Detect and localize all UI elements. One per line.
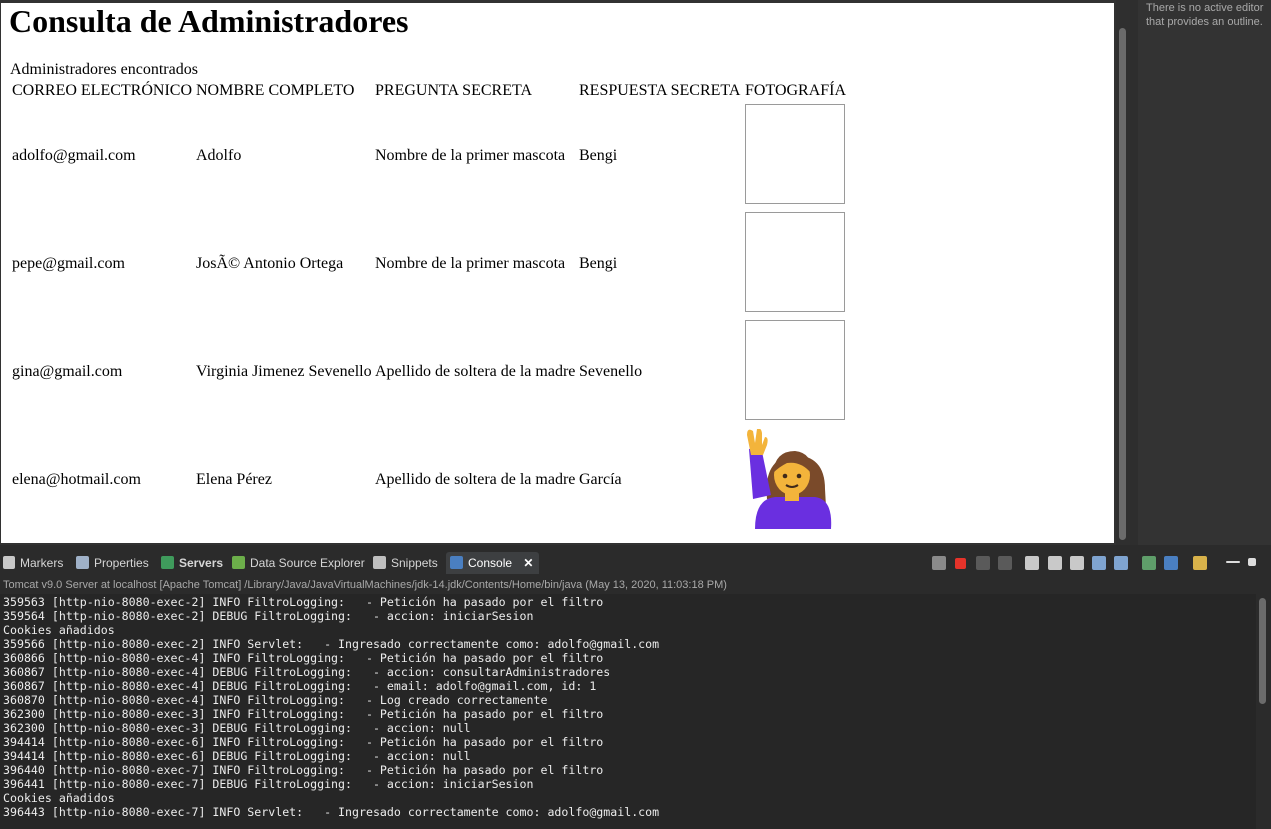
database-icon (232, 556, 245, 569)
close-icon[interactable]: ✕ (523, 556, 533, 570)
tab-console[interactable]: Console ✕ (446, 552, 540, 574)
console-line: 362300 [http-nio-8080-exec-3] INFO Filtr… (3, 707, 604, 721)
photo-placeholder (745, 320, 845, 420)
tab-data-source-explorer[interactable]: Data Source Explorer (232, 552, 365, 574)
column-header-photo: FOTOGRAFÍA (745, 82, 847, 99)
remove-all-terminated-icon[interactable] (998, 556, 1012, 570)
scroll-lock-icon[interactable] (1048, 556, 1062, 570)
person-raising-hand-emoji-photo (745, 428, 845, 529)
disconnect-icon[interactable] (932, 556, 946, 570)
table-cell-answer: Sevenello (579, 363, 643, 380)
console-header: Tomcat v9.0 Server at localhost [Apache … (3, 579, 727, 591)
table-cell-name: Virginia Jimenez Sevenello (196, 363, 372, 380)
console-lines: 359563 [http-nio-8080-exec-2] INFO Filtr… (3, 595, 659, 819)
console-line: 396441 [http-nio-8080-exec-7] DEBUG Filt… (3, 777, 534, 791)
servers-icon (161, 556, 174, 569)
console-scrollbar-thumb[interactable] (1259, 598, 1266, 704)
column-header-answer: RESPUESTA SECRETA (579, 82, 741, 99)
table-cell-question: Nombre de la primer mascota (375, 147, 566, 164)
console-line: Cookies añadidos (3, 623, 115, 637)
browser-scrollbar-thumb[interactable] (1119, 28, 1126, 540)
table-cell-email: elena@hotmail.com (12, 471, 141, 488)
console-line: 396440 [http-nio-8080-exec-7] INFO Filtr… (3, 763, 604, 777)
markers-icon (3, 556, 15, 569)
snippets-icon (373, 556, 386, 569)
console-output[interactable]: 359563 [http-nio-8080-exec-2] INFO Filtr… (0, 594, 1256, 829)
tab-label: Console (468, 556, 513, 570)
page-title: Consulta de Administradores (9, 3, 409, 39)
word-wrap-icon[interactable] (1070, 556, 1084, 570)
table-cell-name: Adolfo (196, 147, 242, 164)
table-cell-question: Apellido de soltera de la madre (375, 471, 576, 488)
open-console-icon[interactable] (1193, 556, 1207, 570)
remove-launch-icon[interactable] (976, 556, 990, 570)
console-line: 394414 [http-nio-8080-exec-6] DEBUG Filt… (3, 749, 471, 763)
outline-content (1138, 0, 1271, 545)
column-header-email: CORREO ELECTRÓNICO (12, 82, 192, 99)
show-on-output-icon[interactable] (1092, 556, 1106, 570)
table-cell-email: adolfo@gmail.com (12, 147, 136, 164)
properties-icon (76, 556, 89, 569)
tab-label: Servers (179, 556, 224, 570)
console-line: 359563 [http-nio-8080-exec-2] INFO Filtr… (3, 595, 604, 609)
browser-pane: Consulta de Administradores Administrado… (0, 0, 1116, 545)
console-line: 396443 [http-nio-8080-exec-7] INFO Servl… (3, 805, 660, 819)
photo-placeholder (745, 212, 845, 312)
column-header-name: NOMBRE COMPLETO (196, 82, 355, 99)
photo-placeholder (745, 104, 845, 204)
show-on-error-icon[interactable] (1114, 556, 1128, 570)
pin-console-icon[interactable] (1142, 556, 1156, 570)
tab-label: Properties (94, 556, 149, 570)
table-cell-name: Elena Pérez (196, 471, 272, 488)
console-line: Cookies añadidos (3, 791, 115, 805)
table-cell-email: gina@gmail.com (12, 363, 123, 380)
table-cell-name: JosÃ© Antonio Ortega (196, 255, 344, 272)
tab-markers[interactable]: Markers (3, 552, 63, 574)
tab-servers[interactable]: Servers (161, 552, 223, 574)
console-line: 362300 [http-nio-8080-exec-3] DEBUG Filt… (3, 721, 471, 735)
outline-message: There is no active editor that provides … (1146, 2, 1264, 28)
console-line: 360867 [http-nio-8080-exec-4] DEBUG Filt… (3, 679, 597, 693)
console-line: 360867 [http-nio-8080-exec-4] DEBUG Filt… (3, 665, 611, 679)
tab-properties[interactable]: Properties (76, 552, 149, 574)
terminate-icon[interactable] (955, 558, 966, 569)
table-cell-answer: Bengi (579, 147, 618, 164)
console-line: 359564 [http-nio-8080-exec-2] DEBUG Filt… (3, 609, 534, 623)
console-line: 359566 [http-nio-8080-exec-2] INFO Servl… (3, 637, 660, 651)
table-cell-question: Apellido de soltera de la madre (375, 363, 576, 380)
display-console-icon[interactable] (1164, 556, 1178, 570)
web-page: Consulta de Administradores Administrado… (1, 3, 1114, 543)
maximize-icon[interactable] (1248, 558, 1256, 566)
table-cell-question: Nombre de la primer mascota (375, 255, 566, 272)
console-line: 360866 [http-nio-8080-exec-4] INFO Filtr… (3, 651, 604, 665)
console-icon (450, 556, 463, 569)
table-cell-answer: García (579, 471, 622, 488)
minimize-icon[interactable] (1226, 561, 1240, 563)
console-line: 360870 [http-nio-8080-exec-4] INFO Filtr… (3, 693, 548, 707)
console-line: 394414 [http-nio-8080-exec-6] INFO Filtr… (3, 735, 604, 749)
table-cell-answer: Bengi (579, 255, 618, 272)
tab-snippets[interactable]: Snippets (373, 552, 438, 574)
table-caption: Administradores encontrados (10, 61, 198, 78)
clear-console-icon[interactable] (1025, 556, 1039, 570)
tab-label: Data Source Explorer (250, 556, 365, 570)
column-header-question: PREGUNTA SECRETA (375, 82, 533, 99)
tab-label: Snippets (391, 556, 438, 570)
table-cell-email: pepe@gmail.com (12, 255, 125, 272)
tab-label: Markers (20, 556, 64, 570)
